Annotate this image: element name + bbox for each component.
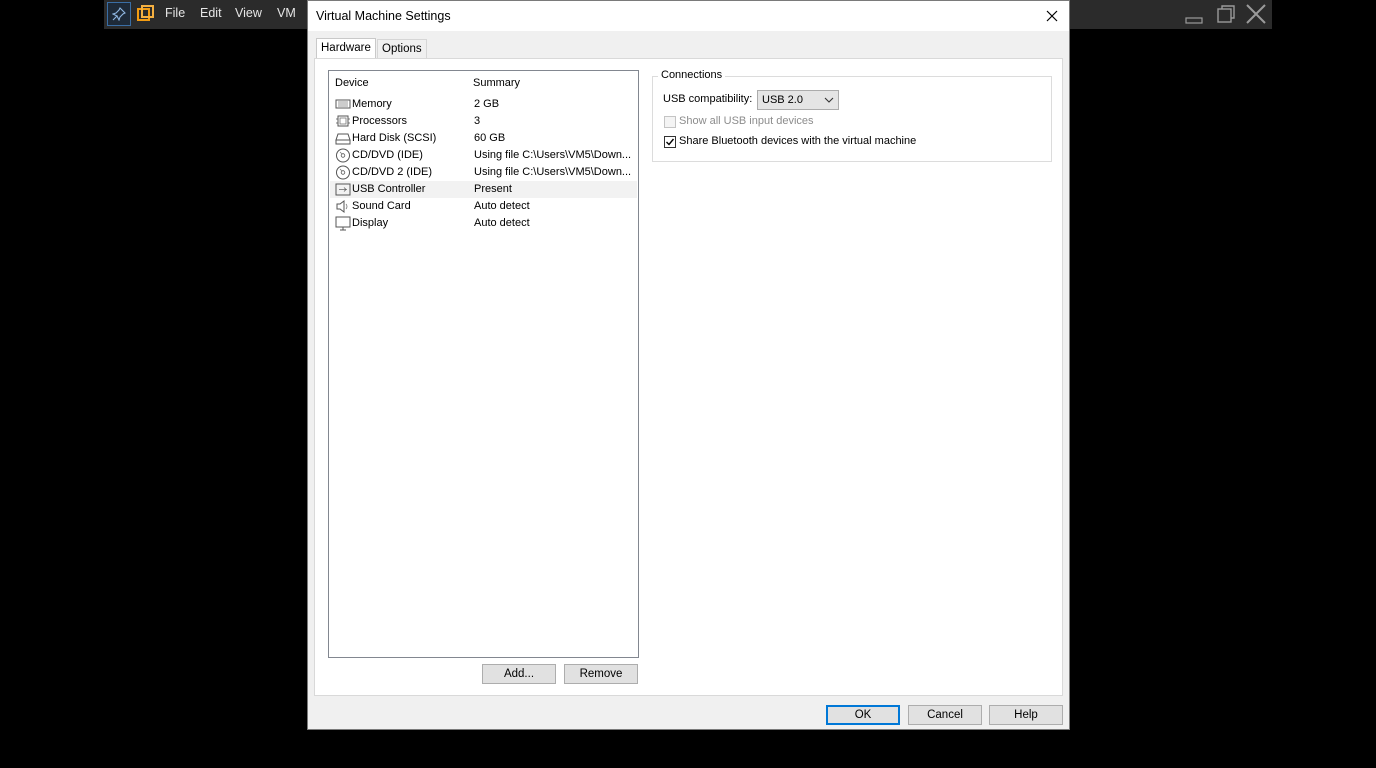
show-all-usb-label: Show all USB input devices: [679, 115, 814, 127]
vm-settings-dialog: Virtual Machine Settings Hardware Option…: [307, 0, 1070, 730]
tab-hardware[interactable]: Hardware: [316, 38, 376, 58]
processor-icon: [336, 115, 350, 127]
device-summary: Auto detect: [474, 200, 530, 212]
restore-icon[interactable]: [1215, 3, 1237, 25]
usb-compatibility-value: USB 2.0: [762, 94, 803, 106]
dialog-close-button[interactable]: [1039, 4, 1065, 28]
connections-group: Connections USB compatibility: USB 2.0 S…: [652, 69, 1052, 162]
device-name: Hard Disk (SCSI): [352, 132, 437, 144]
device-summary: 3: [474, 115, 481, 127]
add-device-button[interactable]: Add...: [482, 664, 556, 684]
speaker-icon: [336, 200, 348, 213]
share-bluetooth-checkbox[interactable]: [664, 136, 676, 148]
menu-vm[interactable]: VM: [277, 6, 296, 20]
minimize-icon[interactable]: [1183, 3, 1205, 25]
device-row-display[interactable]: Display Auto detect: [330, 215, 637, 232]
device-row-cd-dvd-2[interactable]: CD/DVD 2 (IDE) Using file C:\Users\VM5\D…: [330, 164, 637, 181]
cd-dvd-icon: [336, 148, 350, 163]
device-row-memory[interactable]: Memory 2 GB: [330, 96, 637, 113]
device-row-sound-card[interactable]: Sound Card Auto detect: [330, 198, 637, 215]
device-row-hard-disk[interactable]: Hard Disk (SCSI) 60 GB: [330, 130, 637, 147]
hardware-panel: Device Summary Memory 2 GB Processors 3: [314, 58, 1063, 696]
device-summary: Using file C:\Users\VM5\Down...: [474, 149, 632, 161]
ok-button[interactable]: OK: [826, 705, 900, 725]
device-row-processors[interactable]: Processors 3: [330, 113, 637, 130]
device-summary: 2 GB: [474, 98, 500, 110]
close-icon: [1046, 10, 1058, 22]
summary-column-header[interactable]: Summary: [473, 77, 520, 89]
checkmark-icon: [666, 138, 675, 146]
device-name: USB Controller: [352, 183, 426, 195]
hard-disk-icon: [335, 133, 351, 145]
help-button[interactable]: Help: [989, 705, 1063, 725]
usb-compatibility-label: USB compatibility:: [663, 93, 753, 105]
device-list[interactable]: Device Summary Memory 2 GB Processors 3: [328, 70, 639, 658]
memory-icon: [335, 99, 351, 109]
vmware-logo-icon: [137, 5, 154, 21]
device-name: Sound Card: [352, 200, 411, 212]
device-name: Memory: [352, 98, 392, 110]
menu-edit[interactable]: Edit: [200, 6, 222, 20]
share-bluetooth-label: Share Bluetooth devices with the virtual…: [679, 135, 917, 147]
device-summary: Present: [474, 183, 512, 195]
connections-legend: Connections: [658, 69, 726, 81]
remove-device-button[interactable]: Remove: [564, 664, 638, 684]
device-summary: Auto detect: [474, 217, 530, 229]
menu-view[interactable]: View: [235, 6, 262, 20]
device-name: Processors: [352, 115, 408, 127]
device-name: CD/DVD 2 (IDE): [352, 166, 433, 178]
tab-options[interactable]: Options: [377, 39, 427, 58]
close-app-icon[interactable]: [1245, 3, 1267, 25]
pin-icon: [112, 7, 126, 21]
dialog-title: Virtual Machine Settings: [316, 9, 451, 23]
dialog-titlebar: Virtual Machine Settings: [308, 1, 1069, 31]
cancel-button[interactable]: Cancel: [908, 705, 982, 725]
device-name: CD/DVD (IDE): [352, 149, 423, 161]
cd-dvd-icon: [336, 165, 350, 180]
device-row-cd-dvd[interactable]: CD/DVD (IDE) Using file C:\Users\VM5\Dow…: [330, 147, 637, 164]
menu-file[interactable]: File: [165, 6, 185, 20]
pin-button[interactable]: [107, 2, 131, 26]
device-name: Display: [352, 217, 389, 229]
device-summary: 60 GB: [474, 132, 506, 144]
device-column-header[interactable]: Device: [335, 77, 369, 89]
usb-compatibility-select[interactable]: USB 2.0: [757, 90, 839, 110]
device-summary: Using file C:\Users\VM5\Down...: [474, 166, 632, 178]
chevron-down-icon: [824, 97, 834, 103]
monitor-icon: [335, 216, 351, 231]
show-all-usb-checkbox[interactable]: [664, 116, 676, 128]
device-row-usb-controller[interactable]: USB Controller Present: [330, 181, 637, 198]
usb-icon: [335, 183, 351, 196]
